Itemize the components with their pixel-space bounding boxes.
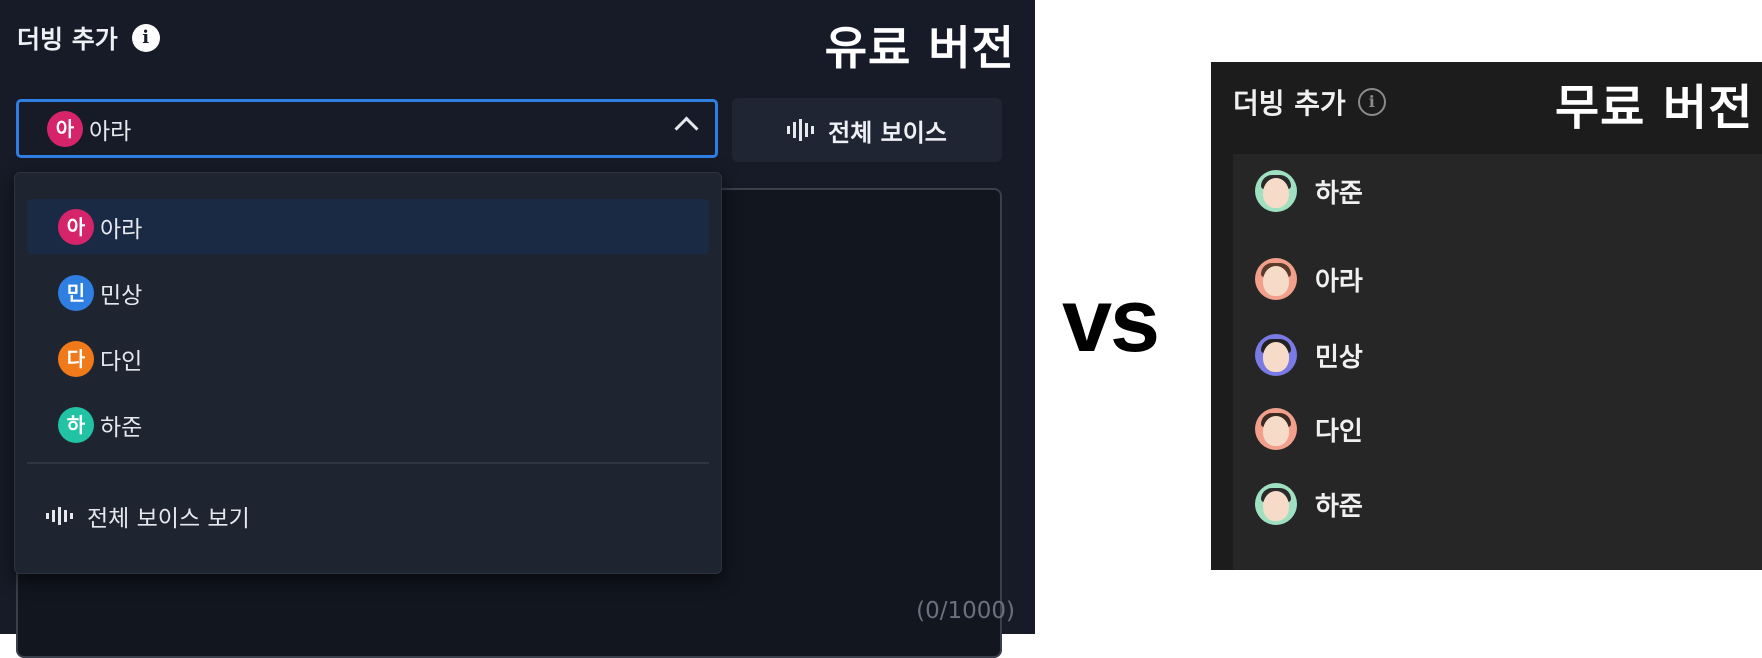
voice-option-dain[interactable]: 다 다인 bbox=[27, 331, 709, 386]
avatar bbox=[1255, 334, 1297, 376]
voice-badge: 아 bbox=[47, 110, 83, 147]
voice-badge: 하 bbox=[58, 406, 94, 443]
voice-option-minsang[interactable]: 민 민상 bbox=[27, 265, 709, 320]
avatar bbox=[1255, 258, 1297, 300]
voice-option-hajun[interactable]: 하 하준 bbox=[27, 397, 709, 452]
dubbing-add-header: 더빙 추가 i bbox=[1233, 82, 1386, 122]
all-voices-label: 전체 보이스 bbox=[828, 118, 947, 147]
free-panel: 더빙 추가 i 무료 버전 하준 아라 민상 다인 하준 bbox=[1211, 62, 1762, 570]
info-icon[interactable]: i bbox=[131, 24, 160, 52]
info-icon[interactable]: i bbox=[1357, 88, 1386, 116]
voice-badge: 민 bbox=[58, 274, 94, 311]
voice-select-value: 하준 bbox=[1255, 170, 1363, 212]
all-voices-button[interactable]: 전체 보이스 bbox=[732, 98, 1002, 162]
voice-option-label: 다인 bbox=[100, 348, 143, 375]
voice-option-label: 민상 bbox=[100, 282, 143, 309]
voice-badge: 아 bbox=[58, 208, 94, 245]
voice-option-hajun[interactable]: 하준 bbox=[1255, 483, 1363, 525]
waveform-icon bbox=[787, 119, 815, 141]
voice-dropdown-menu: 아 아라 민 민상 다 다인 하 하준 전체 보이스 보기 bbox=[14, 172, 722, 574]
dubbing-add-header: 더빙 추가 i bbox=[17, 20, 160, 56]
voice-select-value: 아라 bbox=[89, 118, 132, 145]
voice-name: 하준 bbox=[1315, 491, 1363, 522]
version-label: 무료 버전 bbox=[1555, 80, 1754, 136]
dubbing-add-title: 더빙 추가 bbox=[17, 25, 118, 54]
voice-option-minsang[interactable]: 민상 bbox=[1255, 334, 1363, 376]
voice-name: 하준 bbox=[1315, 178, 1363, 209]
voice-badge: 다 bbox=[58, 340, 94, 377]
version-label: 유료 버전 bbox=[824, 21, 1015, 75]
voice-option-dain[interactable]: 다인 bbox=[1255, 408, 1363, 450]
voice-option-label: 하준 bbox=[100, 414, 143, 441]
voice-name: 아라 bbox=[1315, 266, 1363, 297]
waveform-icon bbox=[46, 507, 73, 525]
chevron-up-icon bbox=[674, 116, 699, 141]
voice-option-ara[interactable]: 아라 bbox=[1255, 258, 1363, 300]
avatar bbox=[1255, 408, 1297, 450]
avatar bbox=[1255, 170, 1297, 212]
voice-name: 민상 bbox=[1315, 342, 1363, 373]
voice-select[interactable]: 하준 bbox=[1233, 154, 1762, 230]
voice-list: 아라 민상 다인 하준 bbox=[1233, 228, 1762, 570]
voice-select[interactable]: 아 아라 bbox=[16, 99, 718, 158]
vs-label: vs bbox=[1062, 271, 1160, 371]
voice-option-label: 아라 bbox=[100, 216, 143, 243]
dubbing-add-title: 더빙 추가 bbox=[1233, 87, 1346, 120]
view-all-voices-label: 전체 보이스 보기 bbox=[87, 506, 250, 532]
avatar bbox=[1255, 483, 1297, 525]
view-all-voices-item[interactable]: 전체 보이스 보기 bbox=[46, 499, 250, 533]
voice-name: 다인 bbox=[1315, 416, 1363, 447]
menu-divider bbox=[27, 462, 709, 464]
voice-option-ara[interactable]: 아 아라 bbox=[27, 199, 709, 254]
paid-panel: 더빙 추가 i 유료 버전 아 아라 전체 보이스 (0/1000) 아 아라 … bbox=[0, 0, 1035, 658]
char-counter: (0/1000) bbox=[916, 598, 1015, 624]
